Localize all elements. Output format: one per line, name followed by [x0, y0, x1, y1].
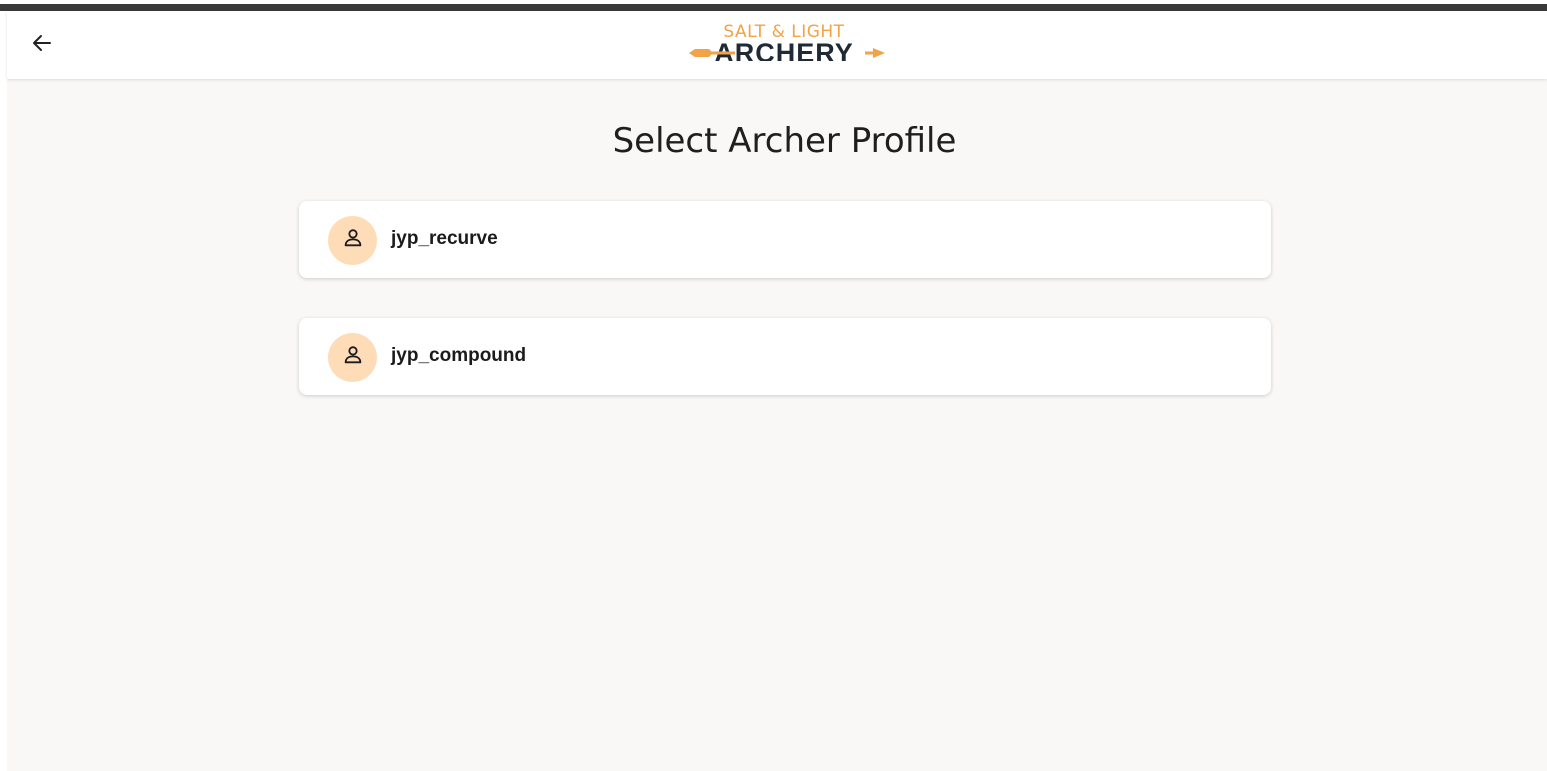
profile-card-jyp-recurve[interactable]: jyp_recurve	[299, 201, 1271, 278]
logo-arrow-icon	[689, 48, 885, 58]
main-content: Select Archer Profile jyp_recurve jyp_co…	[7, 79, 1547, 771]
profile-name: jyp_compound	[391, 345, 527, 366]
avatar	[328, 216, 377, 265]
avatar	[328, 333, 377, 382]
left-edge	[0, 11, 7, 771]
person-icon	[342, 227, 364, 254]
app-window: SALT & LIGHT ARCHERY Select Archer Profi…	[0, 0, 1547, 771]
profile-card-jyp-compound[interactable]: jyp_compound	[299, 318, 1271, 395]
window-top-bar	[0, 4, 1547, 11]
person-icon	[342, 344, 364, 371]
app-header: SALT & LIGHT ARCHERY	[7, 11, 1547, 79]
back-button[interactable]	[27, 30, 57, 60]
arrow-left-icon	[30, 31, 54, 60]
page-title: Select Archer Profile	[612, 121, 957, 161]
profile-list: jyp_recurve jyp_compound	[299, 201, 1271, 435]
brand-logo: SALT & LIGHT ARCHERY	[681, 21, 887, 71]
profile-name: jyp_recurve	[391, 228, 498, 249]
